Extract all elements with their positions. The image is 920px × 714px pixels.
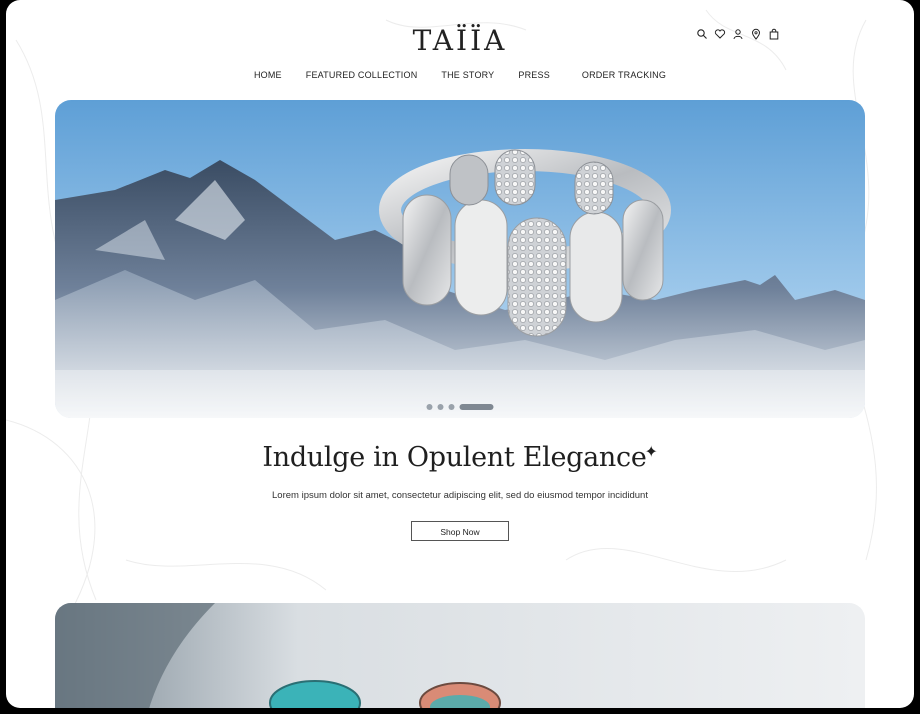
carousel-dot[interactable] — [426, 404, 433, 410]
hero-subtitle: Lorem ipsum dolor sit amet, consectetur … — [272, 490, 648, 501]
user-icon[interactable] — [732, 27, 744, 40]
nav-featured-collection[interactable]: FEATURED COLLECTION — [306, 70, 418, 80]
bag-icon[interactable] — [768, 27, 780, 40]
nav-the-story[interactable]: THE STORY — [441, 70, 494, 80]
nav-home[interactable]: HOME — [254, 70, 282, 80]
shop-now-button[interactable]: Shop Now — [411, 521, 509, 541]
sparkle-icon: ✦ — [644, 442, 658, 461]
heart-icon[interactable] — [714, 27, 726, 39]
search-icon[interactable] — [696, 27, 708, 39]
hero-headline: Indulge in Opulent Elegance✦ — [6, 442, 914, 473]
second-banner[interactable] — [55, 603, 865, 708]
location-icon[interactable] — [750, 27, 762, 40]
second-banner-image — [55, 603, 865, 708]
carousel-dots — [426, 404, 494, 410]
nav-order-tracking[interactable]: ORDER TRACKING — [582, 70, 666, 80]
hero-image — [55, 100, 865, 418]
carousel-dot[interactable] — [437, 404, 444, 410]
carousel-dot-active[interactable] — [459, 404, 494, 410]
header-icons — [696, 27, 780, 40]
main-nav: HOME FEATURED COLLECTION THE STORY PRESS… — [6, 70, 914, 80]
headline-text: Indulge in Opulent Elegance — [262, 442, 647, 473]
page: TAÏÏA HOME FEATURED COLLECTION THE STORY… — [6, 0, 914, 708]
hero-banner[interactable] — [55, 100, 865, 418]
nav-press[interactable]: PRESS — [518, 70, 550, 80]
carousel-dot[interactable] — [448, 404, 455, 410]
